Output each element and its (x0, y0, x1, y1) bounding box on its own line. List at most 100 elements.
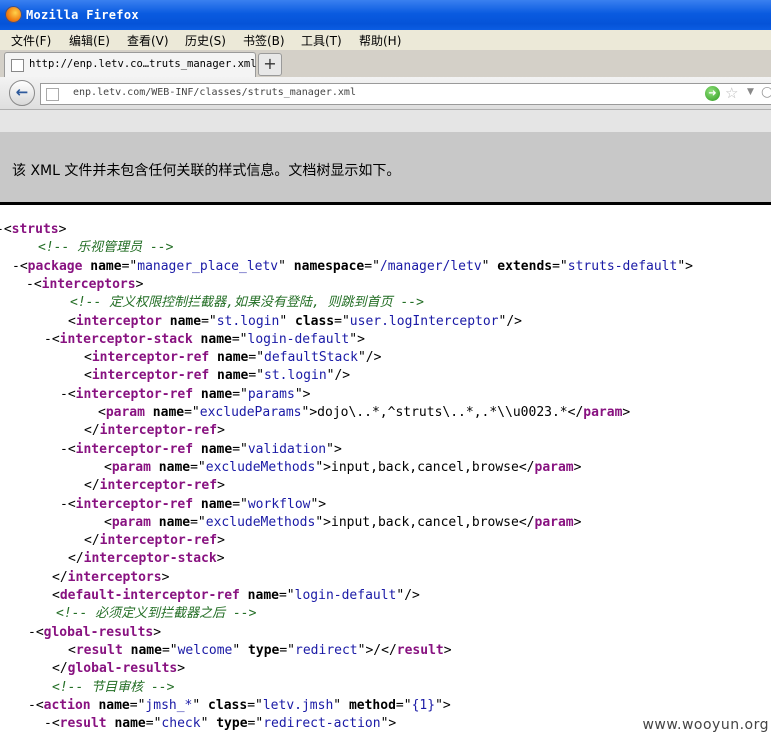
collapse-toggle[interactable]: - (26, 277, 34, 292)
menu-bookmarks[interactable]: 书签(B) (243, 32, 285, 49)
xml-line: </interceptor-stack> (68, 550, 225, 568)
xml-line: -<result name="check" type="redirect-act… (44, 715, 396, 733)
page-favicon-icon (11, 59, 24, 72)
xml-line: <interceptor-ref name="defaultStack"/> (84, 349, 381, 367)
xml-token: =" (247, 716, 264, 732)
xml-token: interceptor-ref (99, 423, 218, 439)
xml-token: "> (310, 496, 327, 512)
xml-token: welcome (177, 642, 233, 658)
xml-token: "> (294, 386, 311, 402)
xml-token: < (52, 588, 60, 603)
xml-token: =" (279, 642, 296, 658)
xml-token: jmsh_* (145, 697, 193, 713)
xml-token: check (161, 716, 201, 732)
xml-token: </ (567, 405, 584, 420)
xml-token: </ (52, 569, 68, 585)
menu-tools[interactable]: 工具(T) (301, 32, 342, 49)
xml-token: < (104, 459, 112, 475)
xml-token: name (161, 313, 202, 329)
collapse-toggle[interactable]: - (28, 698, 36, 713)
xml-token: interceptor-stack (83, 551, 217, 567)
xml-token: global-results (67, 661, 178, 677)
collapse-toggle[interactable]: - (60, 387, 68, 402)
xml-token: > (622, 405, 631, 420)
xml-token: "> (315, 514, 331, 530)
xml-line: </interceptors> (52, 569, 169, 587)
site-identity-icon[interactable] (46, 88, 59, 101)
xml-token: > (217, 423, 225, 439)
xml-token: user.logInterceptor (349, 313, 499, 329)
xml-token: < (68, 313, 76, 329)
menu-help[interactable]: 帮助(H) (359, 32, 401, 49)
xml-token: =" (248, 368, 265, 384)
xml-line: <!-- 节目审核 --> (52, 679, 174, 697)
xml-token: type (240, 642, 280, 658)
xml-token: =" (121, 258, 138, 274)
menu-history[interactable]: 历史(S) (185, 32, 226, 49)
xml-token: param (534, 514, 574, 530)
xml-token: interceptor-ref (75, 496, 194, 512)
xml-line: -<interceptor-ref name="params"> (60, 386, 310, 404)
xml-token: package (27, 258, 83, 274)
navigation-bar: ← enp.letv.com/WEB-INF/classes/struts_ma… (0, 77, 771, 110)
xml-token: param (111, 459, 151, 475)
xml-token: interceptor-ref (99, 478, 218, 494)
menu-file[interactable]: 文件(F) (11, 32, 51, 49)
xml-token: =" (232, 386, 248, 402)
bookmark-star-icon[interactable]: ☆ (725, 84, 738, 102)
xml-token: interceptor (75, 313, 162, 329)
xml-token: =" (161, 642, 178, 658)
xml-token: < (84, 368, 92, 384)
xml-token: </ (84, 423, 100, 439)
xml-token: =" (232, 496, 248, 512)
collapse-toggle[interactable]: - (44, 332, 52, 347)
search-engine-icon[interactable]: ○ (761, 84, 771, 100)
url-text[interactable]: enp.letv.com/WEB-INF/classes/struts_mana… (73, 87, 356, 98)
collapse-toggle[interactable]: - (12, 259, 20, 274)
menu-view[interactable]: 查看(V) (127, 32, 169, 49)
xml-line: -<interceptor-ref name="workflow"> (60, 496, 326, 514)
collapse-toggle[interactable]: - (28, 625, 36, 640)
collapse-toggle[interactable]: - (44, 716, 52, 731)
back-button[interactable]: ← (9, 80, 35, 106)
xml-token: result (75, 642, 123, 658)
xml-token: st.login (264, 368, 327, 384)
menu-edit[interactable]: 编辑(E) (69, 32, 110, 49)
xml-token: " (278, 258, 286, 274)
dropdown-arrow-icon[interactable]: ▼ (747, 87, 754, 97)
xml-token: global-results (43, 624, 154, 640)
new-tab-button[interactable]: + (258, 53, 282, 76)
xml-line: </interceptor-ref> (84, 422, 225, 440)
xml-token: interceptor-ref (75, 441, 194, 457)
go-icon[interactable]: ➜ (705, 86, 720, 101)
xml-token: =" (190, 514, 206, 530)
xml-token: action (43, 697, 91, 713)
address-bar[interactable]: enp.letv.com/WEB-INF/classes/struts_mana… (40, 83, 771, 105)
xml-line: </interceptor-ref> (84, 532, 225, 550)
xml-token: > (443, 642, 452, 658)
tab-struts-manager[interactable]: http://enp.letv.co…truts_manager.xml (4, 52, 257, 77)
xml-token: =" (334, 313, 350, 329)
xml-token: namespace (285, 258, 365, 274)
xml-token: type (208, 716, 248, 732)
collapse-toggle[interactable]: - (60, 497, 68, 512)
xml-token: "> (677, 258, 693, 274)
xml-line: <!-- 乐视管理员 --> (38, 239, 173, 257)
xml-token: < (33, 276, 42, 292)
xml-token: =" (231, 331, 248, 347)
xml-token: =" (364, 258, 380, 274)
xml-token: =" (129, 697, 146, 713)
xml-token: name (193, 441, 233, 457)
xml-token: > (216, 551, 225, 567)
xml-token: name (192, 331, 232, 347)
xml-token: < (51, 331, 60, 347)
collapse-toggle[interactable]: - (60, 442, 68, 457)
xml-token: < (51, 716, 60, 732)
xml-token: login-default (294, 588, 397, 603)
xml-token: name (122, 642, 162, 658)
xml-token: class (200, 697, 248, 713)
xml-token: < (67, 496, 76, 512)
xml-token: > (573, 459, 582, 475)
xml-token: =" (248, 350, 265, 366)
xml-token: interceptor-ref (91, 368, 210, 384)
